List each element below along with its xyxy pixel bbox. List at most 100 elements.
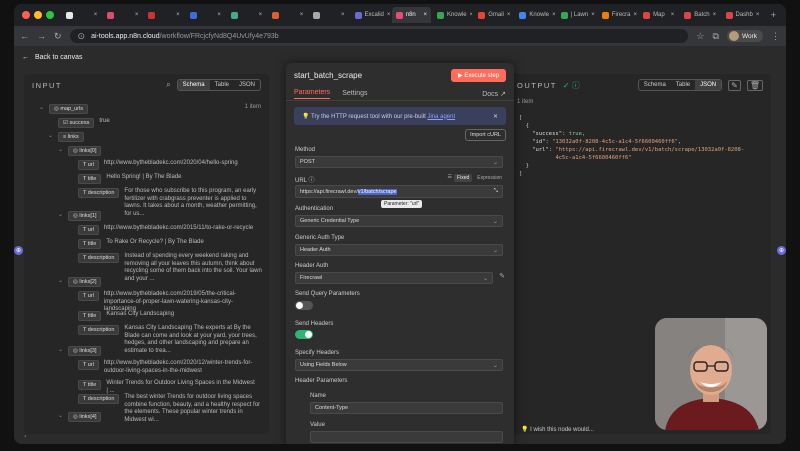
links-item-key[interactable]: ◎ links[2]	[68, 277, 102, 287]
chevron-down-icon[interactable]: ⌄	[48, 132, 53, 139]
close-tab-icon[interactable]: ×	[300, 12, 304, 18]
browser-tab[interactable]: ×	[186, 7, 225, 23]
generic-auth-type-select[interactable]: Header Auth ⌄	[295, 244, 503, 256]
close-tab-icon[interactable]: ×	[470, 12, 473, 18]
url-key[interactable]: T url	[78, 160, 99, 170]
browser-tab[interactable]: ×	[103, 7, 142, 23]
method-select[interactable]: POST ⌄	[295, 156, 503, 168]
send-query-toggle[interactable]	[295, 301, 313, 310]
maximize-window-button[interactable]	[46, 11, 54, 19]
specify-headers-select[interactable]: Using Fields Below ⌄	[295, 359, 503, 371]
delete-icon[interactable]: 🗑	[746, 79, 763, 91]
output-view-table[interactable]: Table	[671, 80, 695, 90]
close-tab-icon[interactable]: ×	[552, 12, 555, 18]
close-tab-icon[interactable]: ×	[341, 12, 345, 18]
header-name-input[interactable]: Content-Type	[310, 402, 503, 414]
site-info-icon[interactable]: ⊙	[78, 31, 86, 42]
output-view-json[interactable]: JSON	[695, 80, 722, 90]
authentication-select[interactable]: Generic Credential Type ⌄	[295, 215, 503, 227]
links-item-key[interactable]: ◎ links[3]	[68, 346, 102, 356]
title-key[interactable]: T title	[78, 239, 102, 249]
extensions-icon[interactable]: ⧉	[713, 31, 719, 42]
close-tab-icon[interactable]: ×	[423, 12, 427, 18]
menu-dots-icon[interactable]: ⋮	[771, 31, 780, 42]
url-field[interactable]: ⊙ ai-tools.app.n8n.cloud/workflow/FRcjcf…	[69, 29, 689, 43]
bookmark-star-icon[interactable]: ☆	[696, 31, 704, 42]
description-key[interactable]: T description	[78, 253, 120, 263]
input-view-table[interactable]: Table	[210, 80, 234, 90]
tab-settings[interactable]: Settings	[342, 90, 367, 97]
right-handle-icon[interactable]: ⊕	[777, 246, 786, 255]
browser-tab[interactable]: Firecra ×	[598, 7, 637, 23]
close-tab-icon[interactable]: ×	[507, 12, 511, 18]
url-key[interactable]: T url	[78, 225, 99, 235]
forward-arrow-icon[interactable]: →	[37, 31, 46, 41]
menu-icon[interactable]: ☰	[448, 174, 452, 182]
close-tab-icon[interactable]: ×	[756, 12, 760, 18]
edit-credential-icon[interactable]: ✎	[499, 272, 505, 280]
browser-tab[interactable]: Gmail ×	[474, 7, 513, 23]
input-view-json[interactable]: JSON	[234, 80, 260, 90]
url-key[interactable]: T url	[78, 360, 99, 370]
title-key[interactable]: T title	[78, 311, 102, 321]
send-headers-toggle[interactable]	[295, 330, 313, 339]
description-key[interactable]: T description	[78, 394, 120, 404]
reload-icon[interactable]: ↻	[54, 31, 62, 42]
tab-parameters[interactable]: Parameters	[294, 89, 331, 99]
profile-button[interactable]: Work	[726, 30, 763, 42]
edit-pencil-icon[interactable]: ✎	[728, 79, 741, 91]
browser-tab[interactable]: Excalid ×	[351, 7, 390, 23]
expand-icon[interactable]: ⤡	[494, 188, 498, 195]
execute-step-button[interactable]: ▶ Execute step	[451, 68, 506, 82]
jina-agent-link[interactable]: Jina agent	[427, 114, 455, 120]
help-circle-icon[interactable]: ◐	[24, 434, 28, 440]
close-banner-icon[interactable]: ✕	[493, 113, 498, 120]
chevron-down-icon[interactable]: ⌄	[58, 346, 63, 353]
docs-link[interactable]: Docs ↗	[482, 90, 506, 98]
links-key[interactable]: ≡ links	[58, 132, 84, 142]
close-tab-icon[interactable]: ×	[217, 12, 221, 18]
chevron-down-icon[interactable]: ⌄	[39, 104, 44, 111]
left-handle-icon[interactable]: ⊕	[14, 246, 23, 255]
url-input[interactable]: https://api.firecrawl.dev/v1/batch/scrap…	[295, 185, 503, 198]
chevron-down-icon[interactable]: ⌄	[58, 211, 63, 218]
description-key[interactable]: T description	[78, 188, 120, 198]
title-key[interactable]: T title	[78, 174, 102, 184]
browser-tab[interactable]: Dashb ×	[722, 7, 761, 23]
close-tab-icon[interactable]: ×	[387, 12, 390, 18]
new-tab-button[interactable]: +	[771, 10, 776, 20]
fixed-mode-button[interactable]: Fixed	[454, 174, 473, 182]
close-tab-icon[interactable]: ×	[591, 12, 595, 18]
chevron-down-icon[interactable]: ⌄	[58, 277, 63, 284]
links-item-key[interactable]: ◎ links[1]	[68, 211, 102, 221]
close-tab-icon[interactable]: ×	[94, 12, 98, 18]
close-tab-icon[interactable]: ×	[135, 12, 139, 18]
links-item-key[interactable]: ◎ links[4]	[68, 412, 102, 422]
browser-tab[interactable]: ×	[144, 7, 183, 23]
browser-tab[interactable]: ×	[62, 7, 101, 23]
search-icon[interactable]: ⌕	[166, 80, 170, 90]
close-tab-icon[interactable]: ×	[713, 12, 717, 18]
title-key[interactable]: T title	[78, 380, 102, 390]
feedback-prompt[interactable]: 💡 I wish this node would...	[521, 426, 594, 433]
close-window-button[interactable]	[22, 11, 30, 19]
output-view-schema[interactable]: Schema	[639, 80, 671, 90]
links-item-key[interactable]: ◎ links[0]	[68, 146, 102, 156]
close-tab-icon[interactable]: ×	[259, 12, 263, 18]
browser-tab[interactable]: | Lawn ×	[557, 7, 596, 23]
browser-tab[interactable]: ×	[268, 7, 307, 23]
node-title[interactable]: start_batch_scrape	[294, 71, 362, 80]
chevron-down-icon[interactable]: ⌄	[58, 412, 63, 419]
header-value-input[interactable]	[310, 431, 503, 443]
close-tab-icon[interactable]: ×	[634, 12, 638, 18]
browser-tab[interactable]: Knowle ×	[515, 7, 555, 23]
success-key[interactable]: ☑ success	[58, 118, 95, 128]
browser-tab[interactable]: Knowle ×	[433, 7, 472, 23]
browser-tab[interactable]: n8n ×	[391, 7, 431, 23]
close-tab-icon[interactable]: ×	[671, 12, 675, 18]
browser-tab[interactable]: ×	[227, 7, 266, 23]
map-urls-key[interactable]: ◎ map_urls	[49, 104, 88, 114]
input-view-schema[interactable]: Schema	[177, 80, 210, 90]
browser-tab[interactable]: Map ×	[639, 7, 678, 23]
close-tab-icon[interactable]: ×	[176, 12, 180, 18]
